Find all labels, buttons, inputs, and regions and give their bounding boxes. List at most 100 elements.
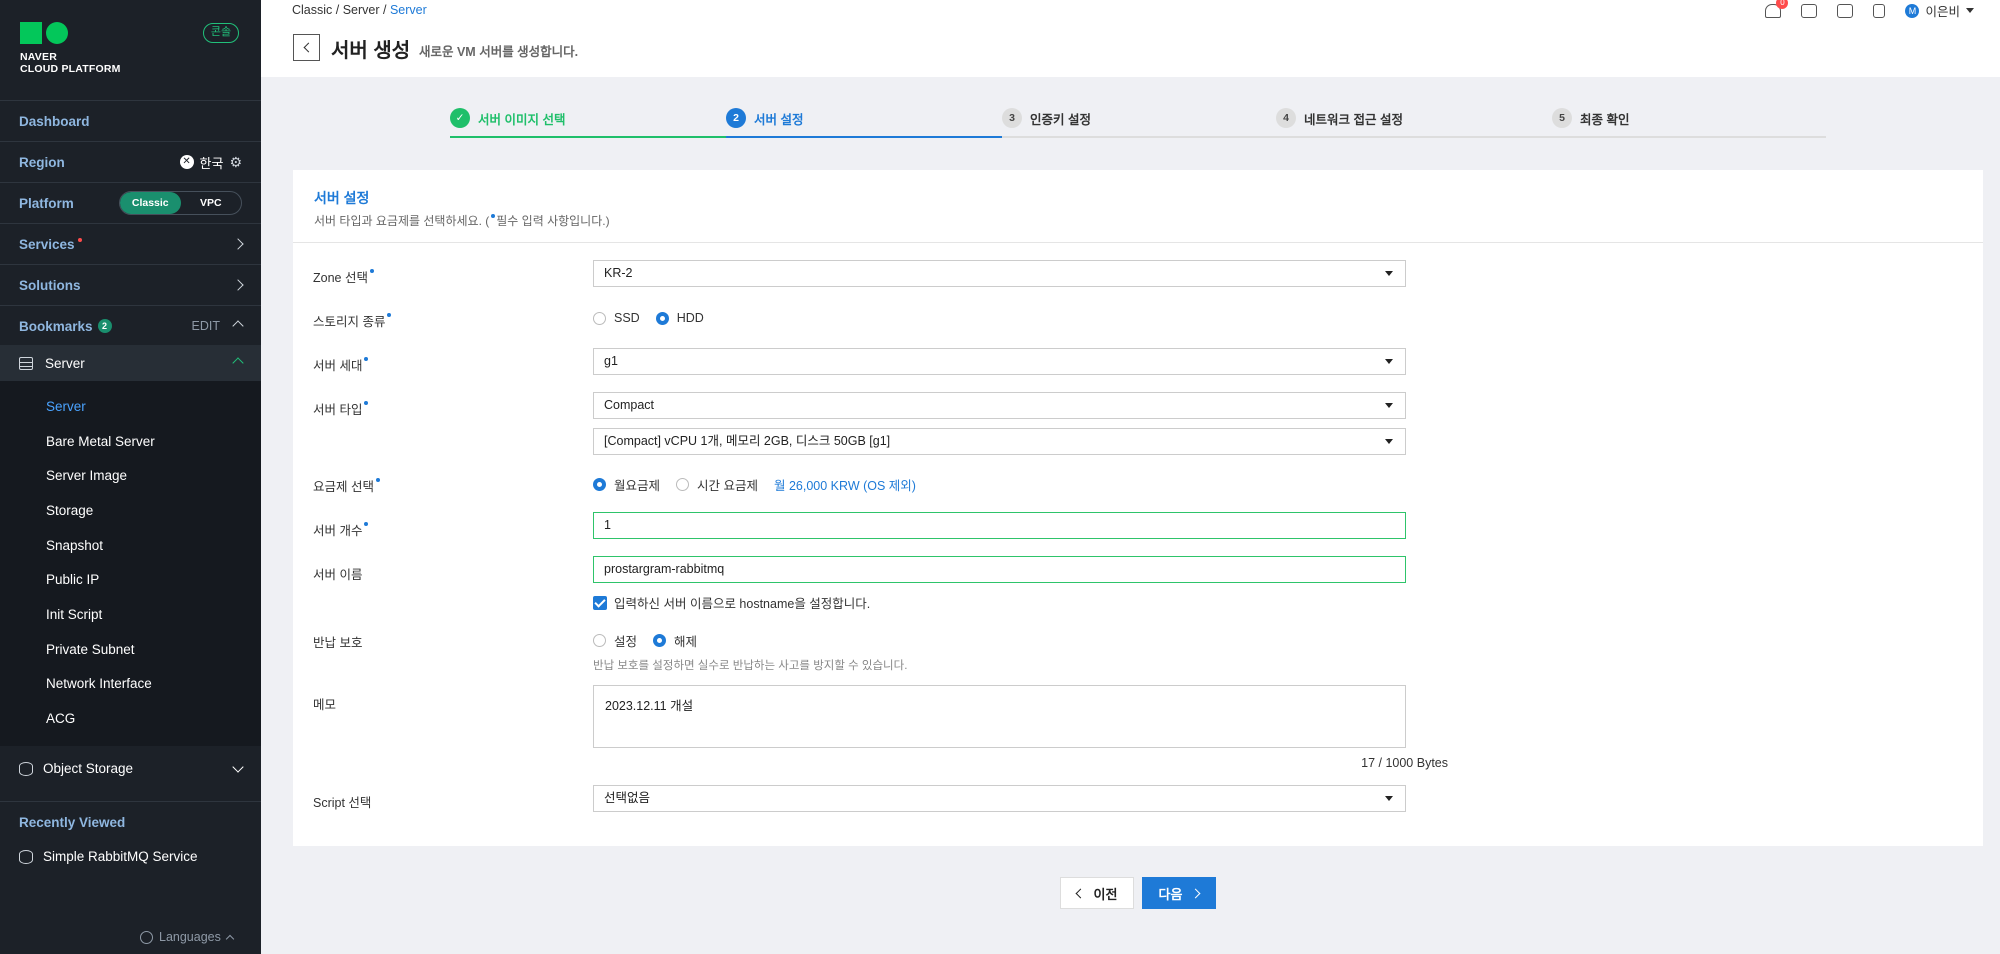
storage-hdd-radio[interactable]: HDD <box>655 311 704 325</box>
page-header: Classic / Server / Server 서버 생성 새로운 VM 서… <box>261 0 2000 77</box>
console-badge[interactable]: 콘솔 <box>203 23 239 43</box>
platform-toggle[interactable]: Classic VPC <box>119 191 242 215</box>
step-3[interactable]: 3 인증키 설정 <box>1002 108 1091 128</box>
server-name-label: 서버 이름 <box>313 568 363 582</box>
platform-label: Platform <box>19 195 74 211</box>
sidebar-bookmarks: Bookmarks 2 EDIT <box>0 305 261 346</box>
breadcrumb-server[interactable]: Server <box>343 3 380 17</box>
server-label: Server <box>45 355 85 371</box>
required-dot <box>375 478 380 482</box>
chevron-right-icon <box>232 279 244 291</box>
region-selector[interactable]: ✕ 한국 <box>179 153 223 172</box>
naver-cloud-logo[interactable]: NAVER CLOUD PLATFORM <box>20 22 121 75</box>
step-2-label: 서버 설정 <box>754 112 804 127</box>
check-icon: ✓ <box>450 108 470 128</box>
sidebar-item-server[interactable]: Server <box>0 345 261 381</box>
required-dot <box>364 522 369 526</box>
protect-on-radio[interactable]: 설정 <box>593 631 637 650</box>
sidebar: NAVER CLOUD PLATFORM 콘솔 Dashboard Region… <box>0 0 261 954</box>
count-label-text: 서버 개수 <box>313 524 363 538</box>
next-button[interactable]: 다음 <box>1142 877 1216 909</box>
step-2[interactable]: 2 서버 설정 <box>726 108 803 128</box>
region-flag-icon: ✕ <box>179 155 194 169</box>
sidebar-item-services[interactable]: Services <box>0 223 261 264</box>
subnav-public-ip[interactable]: Public IP <box>46 572 99 587</box>
step-4-label: 네트워크 접근 설정 <box>1304 112 1403 127</box>
header-icons: 0 M 이은비 <box>1765 0 1974 20</box>
hostname-check-label: 입력하신 서버 이름으로 hostname을 설정합니다. <box>614 597 871 611</box>
protect-radios: 설정 해제 <box>593 631 697 650</box>
platform-vpc-option[interactable]: VPC <box>181 192 242 214</box>
breadcrumb-classic[interactable]: Classic <box>292 3 332 17</box>
server-settings-card: 서버 설정 서버 타입과 요금제를 선택하세요. (필수 입력 사항입니다.) … <box>293 170 1983 846</box>
step-5-number: 5 <box>1552 108 1572 128</box>
storage-ssd-radio[interactable]: SSD <box>593 311 640 325</box>
object-storage-label: Object Storage <box>43 761 134 776</box>
chevron-up-icon <box>225 934 235 944</box>
required-dot <box>387 313 392 317</box>
memo-textarea[interactable]: 2023.12.11 개설 <box>593 685 1406 748</box>
recent-item-label: Simple RabbitMQ Service <box>43 849 198 864</box>
step-1[interactable]: ✓ 서버 이미지 선택 <box>450 108 565 128</box>
plan-monthly-radio[interactable]: 월요금제 <box>593 475 660 494</box>
chevron-left-icon <box>303 42 313 53</box>
script-select[interactable]: 선택없음 <box>593 785 1406 812</box>
user-name: 이은비 <box>1925 5 1960 19</box>
server-count-input[interactable]: 1 <box>593 512 1406 539</box>
server-spec-select[interactable]: [Compact] vCPU 1개, 메모리 2GB, 디스크 50GB [g1… <box>593 428 1406 455</box>
subnav-network-interface[interactable]: Network Interface <box>46 676 152 691</box>
server-type-select[interactable]: Compact <box>593 392 1406 419</box>
protect-off-radio[interactable]: 해제 <box>653 631 697 650</box>
services-label: Services <box>19 236 75 252</box>
prev-label: 이전 <box>1093 886 1118 902</box>
server-name-input[interactable]: prostargram-rabbitmq <box>593 556 1406 583</box>
prev-button[interactable]: 이전 <box>1060 877 1134 909</box>
bell-icon[interactable]: 0 <box>1765 0 1789 18</box>
gear-icon[interactable]: ⚙ <box>229 154 242 171</box>
bookmarks-edit-link[interactable]: EDIT <box>192 319 220 333</box>
book-icon[interactable] <box>1873 3 1886 18</box>
logo-line2: CLOUD PLATFORM <box>20 63 121 75</box>
subnav-bare-metal-server[interactable]: Bare Metal Server <box>46 434 155 449</box>
section-description: 서버 타입과 요금제를 선택하세요. (필수 입력 사항입니다.) <box>314 212 610 229</box>
rabbitmq-service-icon <box>19 849 33 864</box>
chevron-right-icon <box>232 238 244 250</box>
step-5[interactable]: 5 최종 확인 <box>1552 108 1629 128</box>
server-gen-select[interactable]: g1 <box>593 348 1406 375</box>
languages-selector[interactable]: Languages <box>140 930 235 944</box>
sidebar-item-object-storage[interactable]: Object Storage <box>0 748 261 789</box>
radio-circle <box>593 478 606 491</box>
platform-classic-option[interactable]: Classic <box>120 192 181 214</box>
server-subnav: Server Bare Metal Server Server Image St… <box>0 381 261 746</box>
edit-note-icon[interactable] <box>1837 3 1854 18</box>
user-menu[interactable]: M 이은비 <box>1905 1 1974 20</box>
desc-pre: 서버 타입과 요금제를 선택하세요. ( <box>314 214 490 228</box>
subnav-storage[interactable]: Storage <box>46 503 93 518</box>
hostname-checkbox[interactable]: 입력하신 서버 이름으로 hostname을 설정합니다. <box>593 593 870 612</box>
sidebar-item-dashboard[interactable]: Dashboard <box>0 100 261 141</box>
subnav-private-subnet[interactable]: Private Subnet <box>46 642 135 657</box>
plan-hourly-radio[interactable]: 시간 요금제 <box>676 475 758 494</box>
monthly-label: 월요금제 <box>614 479 661 493</box>
chat-icon[interactable] <box>1801 3 1818 18</box>
sidebar-item-solutions[interactable]: Solutions <box>0 264 261 305</box>
zone-select[interactable]: KR-2 <box>593 260 1406 287</box>
subnav-acg[interactable]: ACG <box>46 711 75 726</box>
hdd-label: HDD <box>676 311 704 325</box>
subnav-snapshot[interactable]: Snapshot <box>46 538 103 553</box>
dashboard-label: Dashboard <box>19 113 90 129</box>
breadcrumb-server-current[interactable]: Server <box>390 3 427 17</box>
logo-mark-icon <box>20 22 121 44</box>
sidebar-region: Region ✕ 한국 ⚙ <box>0 141 261 182</box>
subnav-server[interactable]: Server <box>46 399 86 414</box>
step-4[interactable]: 4 네트워크 접근 설정 <box>1276 108 1403 128</box>
protect-hint: 반납 보호를 설정하면 실수로 반납하는 사고를 방지할 수 있습니다. <box>593 660 908 672</box>
subnav-init-script[interactable]: Init Script <box>46 607 102 622</box>
subnav-server-image[interactable]: Server Image <box>46 468 127 483</box>
chevron-up-icon[interactable] <box>232 320 244 332</box>
radio-circle <box>593 311 606 325</box>
hourly-label: 시간 요금제 <box>697 479 758 493</box>
recent-item[interactable]: Simple RabbitMQ Service <box>0 836 261 877</box>
back-button[interactable] <box>293 34 320 61</box>
required-dot <box>491 214 496 218</box>
